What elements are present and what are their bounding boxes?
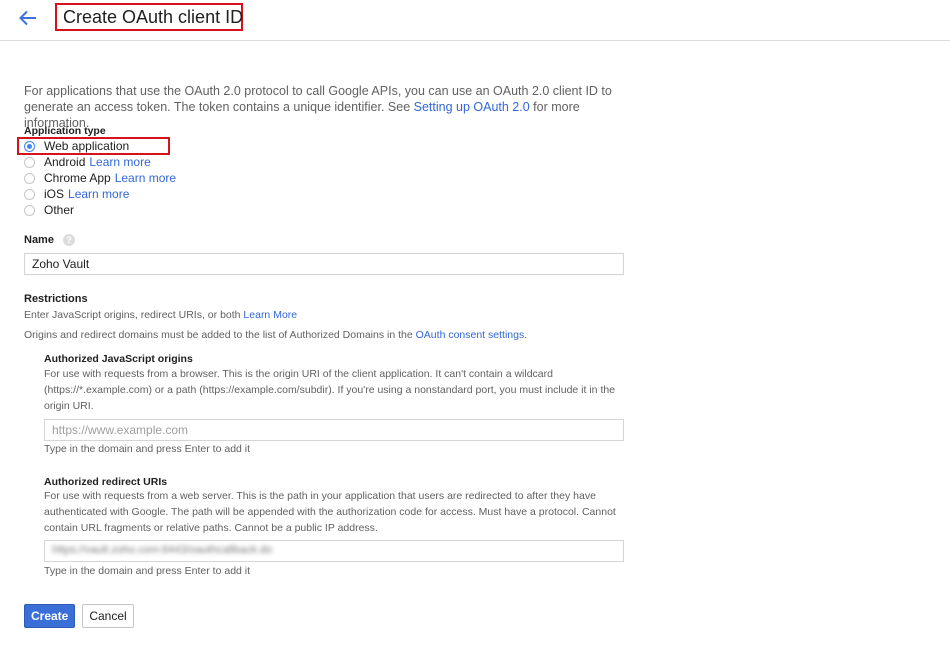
domains-text: Origins and redirect domains must be add… xyxy=(24,329,416,341)
radio-button-checked[interactable] xyxy=(24,140,35,152)
restrictions-description: Enter JavaScript origins, redirect URIs,… xyxy=(24,307,297,323)
js-origins-title: Authorized JavaScript origins xyxy=(44,353,193,365)
android-learn-more-link[interactable]: Learn more xyxy=(89,155,150,169)
js-origins-hint: Type in the domain and press Enter to ad… xyxy=(44,443,251,455)
radio-button[interactable] xyxy=(24,188,35,200)
restrictions-learn-more-link[interactable]: Learn More xyxy=(243,309,297,321)
js-origins-input[interactable] xyxy=(44,419,624,441)
name-input[interactable] xyxy=(24,253,624,275)
page-title: Create OAuth client ID xyxy=(55,3,243,31)
redirect-uris-hint: Type in the domain and press Enter to ad… xyxy=(44,565,251,577)
restrictions-desc-text: Enter JavaScript origins, redirect URIs,… xyxy=(24,309,244,321)
authorized-domains-note: Origins and redirect domains must be add… xyxy=(24,327,527,343)
js-origins-description: For use with requests from a browser. Th… xyxy=(44,368,616,412)
restrictions-title: Restrictions xyxy=(24,293,88,305)
application-type-label: Application type xyxy=(24,125,106,137)
page-header: Create OAuth client ID xyxy=(0,0,950,41)
help-icon[interactable]: ? xyxy=(62,234,75,246)
radio-android[interactable]: Android Learn more xyxy=(24,154,176,170)
name-label: Name ? xyxy=(24,234,75,246)
radio-chrome-app[interactable]: Chrome App Learn more xyxy=(24,170,176,186)
redirect-uri-value: https://vault.zoho.com:8443/oauthcallbac… xyxy=(52,544,273,556)
radio-web-application[interactable]: Web application xyxy=(24,138,176,154)
oauth-consent-settings-link[interactable]: OAuth consent settings xyxy=(416,329,525,341)
ios-learn-more-link[interactable]: Learn more xyxy=(68,187,129,201)
radio-other[interactable]: Other xyxy=(24,202,176,218)
cancel-button[interactable]: Cancel xyxy=(82,604,134,628)
radio-button[interactable] xyxy=(24,172,35,184)
intro-text: For applications that use the OAuth 2.0 … xyxy=(24,83,644,131)
setup-oauth-link[interactable]: Setting up OAuth 2.0 xyxy=(414,100,530,114)
radio-label: Web application xyxy=(44,139,130,153)
radio-label: Other xyxy=(44,203,75,217)
chrome-app-learn-more-link[interactable]: Learn more xyxy=(115,171,176,185)
radio-label: Android xyxy=(44,155,86,169)
back-button[interactable] xyxy=(14,6,42,30)
create-button[interactable]: Create xyxy=(24,604,75,628)
redirect-uris-title: Authorized redirect URIs xyxy=(44,476,168,488)
arrow-left-icon xyxy=(19,10,36,26)
radio-ios[interactable]: iOS Learn more xyxy=(24,186,176,202)
radio-button[interactable] xyxy=(24,204,35,216)
radio-button[interactable] xyxy=(24,156,35,168)
name-label-text: Name xyxy=(24,234,54,246)
domains-suffix: . xyxy=(524,329,528,341)
radio-label: iOS xyxy=(44,187,65,201)
redirect-uris-description: For use with requests from a web server.… xyxy=(44,490,616,534)
radio-label: Chrome App xyxy=(44,171,111,185)
application-type-radio-group: Web application Android Learn more Chrom… xyxy=(24,138,176,218)
